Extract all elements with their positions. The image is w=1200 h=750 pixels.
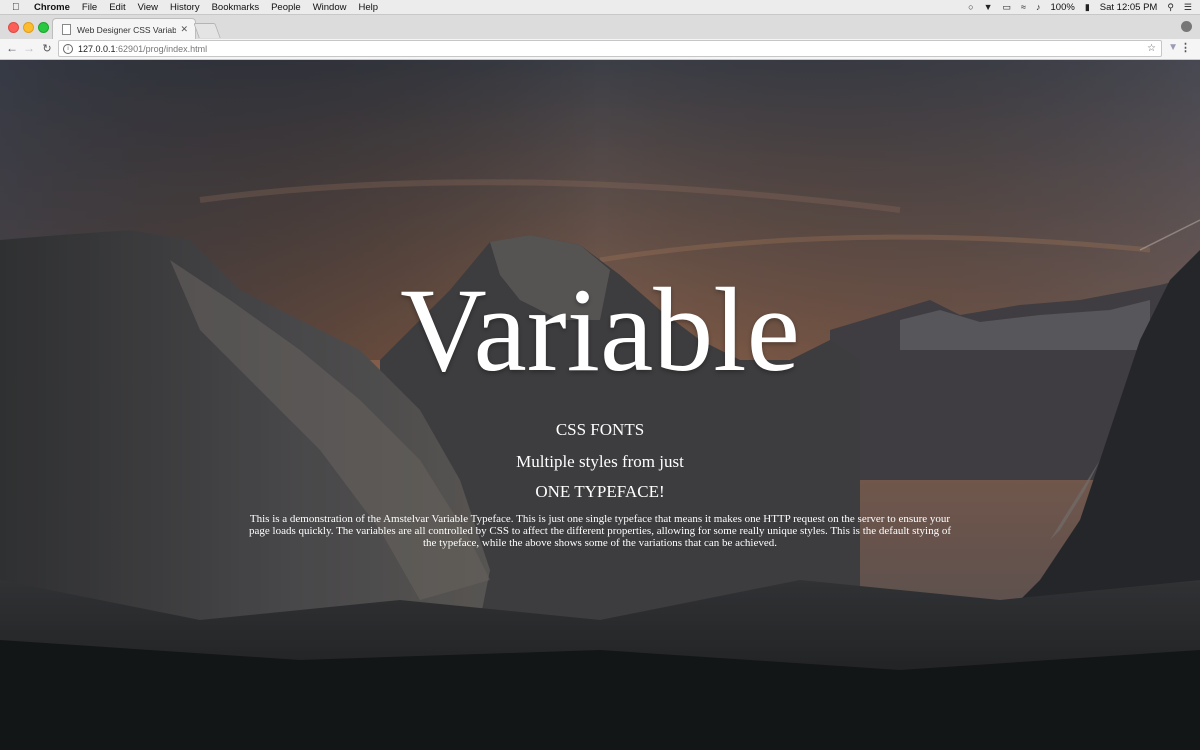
hero-title: Variable — [400, 263, 800, 396]
address-bar[interactable]: i 127.0.0.1:62901/prog/index.html ☆ — [58, 40, 1162, 57]
menu-bar:  Chrome File Edit View History Bookmark… — [0, 0, 1200, 15]
menu-view[interactable]: View — [138, 2, 158, 13]
minimize-window-button[interactable] — [23, 22, 34, 33]
menu-history[interactable]: History — [170, 2, 200, 13]
web-page: Variable CSS FONTS Multiple styles from … — [0, 60, 1200, 750]
url-path: :62901/prog/index.html — [115, 43, 208, 54]
menu-people[interactable]: People — [271, 2, 301, 13]
volume-icon[interactable]: ♪ — [1036, 2, 1041, 12]
menu-help[interactable]: Help — [358, 2, 378, 13]
window-controls — [8, 22, 53, 33]
description-paragraph: This is a demonstration of the Amstelvar… — [249, 513, 951, 549]
cc-icon[interactable]: ○ — [968, 2, 973, 12]
menu-window[interactable]: Window — [313, 2, 347, 13]
tab-title: Web Designer CSS Variable Fo — [77, 24, 177, 35]
spotlight-search-icon[interactable]: ⚲ — [1167, 2, 1174, 13]
back-arrow-icon[interactable]: ← — [5, 41, 19, 55]
subtitle-multiple-styles: Multiple styles from just — [516, 452, 684, 471]
wifi-icon[interactable]: ≈ — [1021, 2, 1026, 12]
mountain-background-image — [0, 60, 1200, 750]
battery-icon[interactable]: ▮ — [1085, 2, 1090, 13]
battery-percent[interactable]: 100% — [1051, 2, 1075, 13]
shield-icon[interactable]: ▼ — [984, 2, 993, 12]
menu-edit[interactable]: Edit — [109, 2, 125, 13]
tab-active[interactable]: Web Designer CSS Variable Fo ✕ — [52, 18, 196, 40]
notification-center-icon[interactable]: ☰ — [1184, 2, 1192, 13]
apple-menu-icon[interactable]:  — [12, 2, 24, 13]
menu-file[interactable]: File — [82, 2, 97, 13]
extension-icon[interactable]: ▼ — [1168, 42, 1178, 53]
reload-icon[interactable]: ↻ — [40, 42, 54, 55]
menu-bookmarks[interactable]: Bookmarks — [212, 2, 260, 13]
clock[interactable]: Sat 12:05 PM — [1100, 2, 1158, 13]
status-area: ○ ▼ ▭ ≈ ♪ 100% ▮ Sat 12:05 PM ⚲ ☰ — [958, 2, 1192, 13]
subtitle-one-typeface: ONE TYPEFACE! — [535, 482, 665, 501]
tab-close-icon[interactable]: ✕ — [180, 24, 188, 35]
fullscreen-window-button[interactable] — [38, 22, 49, 33]
chrome-menu-icon[interactable]: ⋮ — [1180, 41, 1191, 54]
close-window-button[interactable] — [8, 22, 19, 33]
tab-strip: Web Designer CSS Variable Fo ✕ — [0, 15, 1200, 40]
menu-app-name[interactable]: Chrome — [34, 2, 70, 13]
bookmark-star-icon[interactable]: ☆ — [1147, 43, 1156, 54]
airplay-icon[interactable]: ▭ — [1003, 2, 1012, 13]
browser-toolbar: ← → ↻ i 127.0.0.1:62901/prog/index.html … — [0, 39, 1200, 60]
subtitle-css-fonts: CSS FONTS — [555, 420, 645, 439]
page-favicon-icon — [62, 24, 71, 35]
new-tab-button[interactable] — [193, 23, 221, 38]
site-info-icon[interactable]: i — [63, 43, 73, 54]
profile-icon[interactable] — [1181, 21, 1192, 32]
forward-arrow-icon[interactable]: → — [22, 41, 36, 55]
url-host: 127.0.0.1 — [78, 43, 116, 54]
